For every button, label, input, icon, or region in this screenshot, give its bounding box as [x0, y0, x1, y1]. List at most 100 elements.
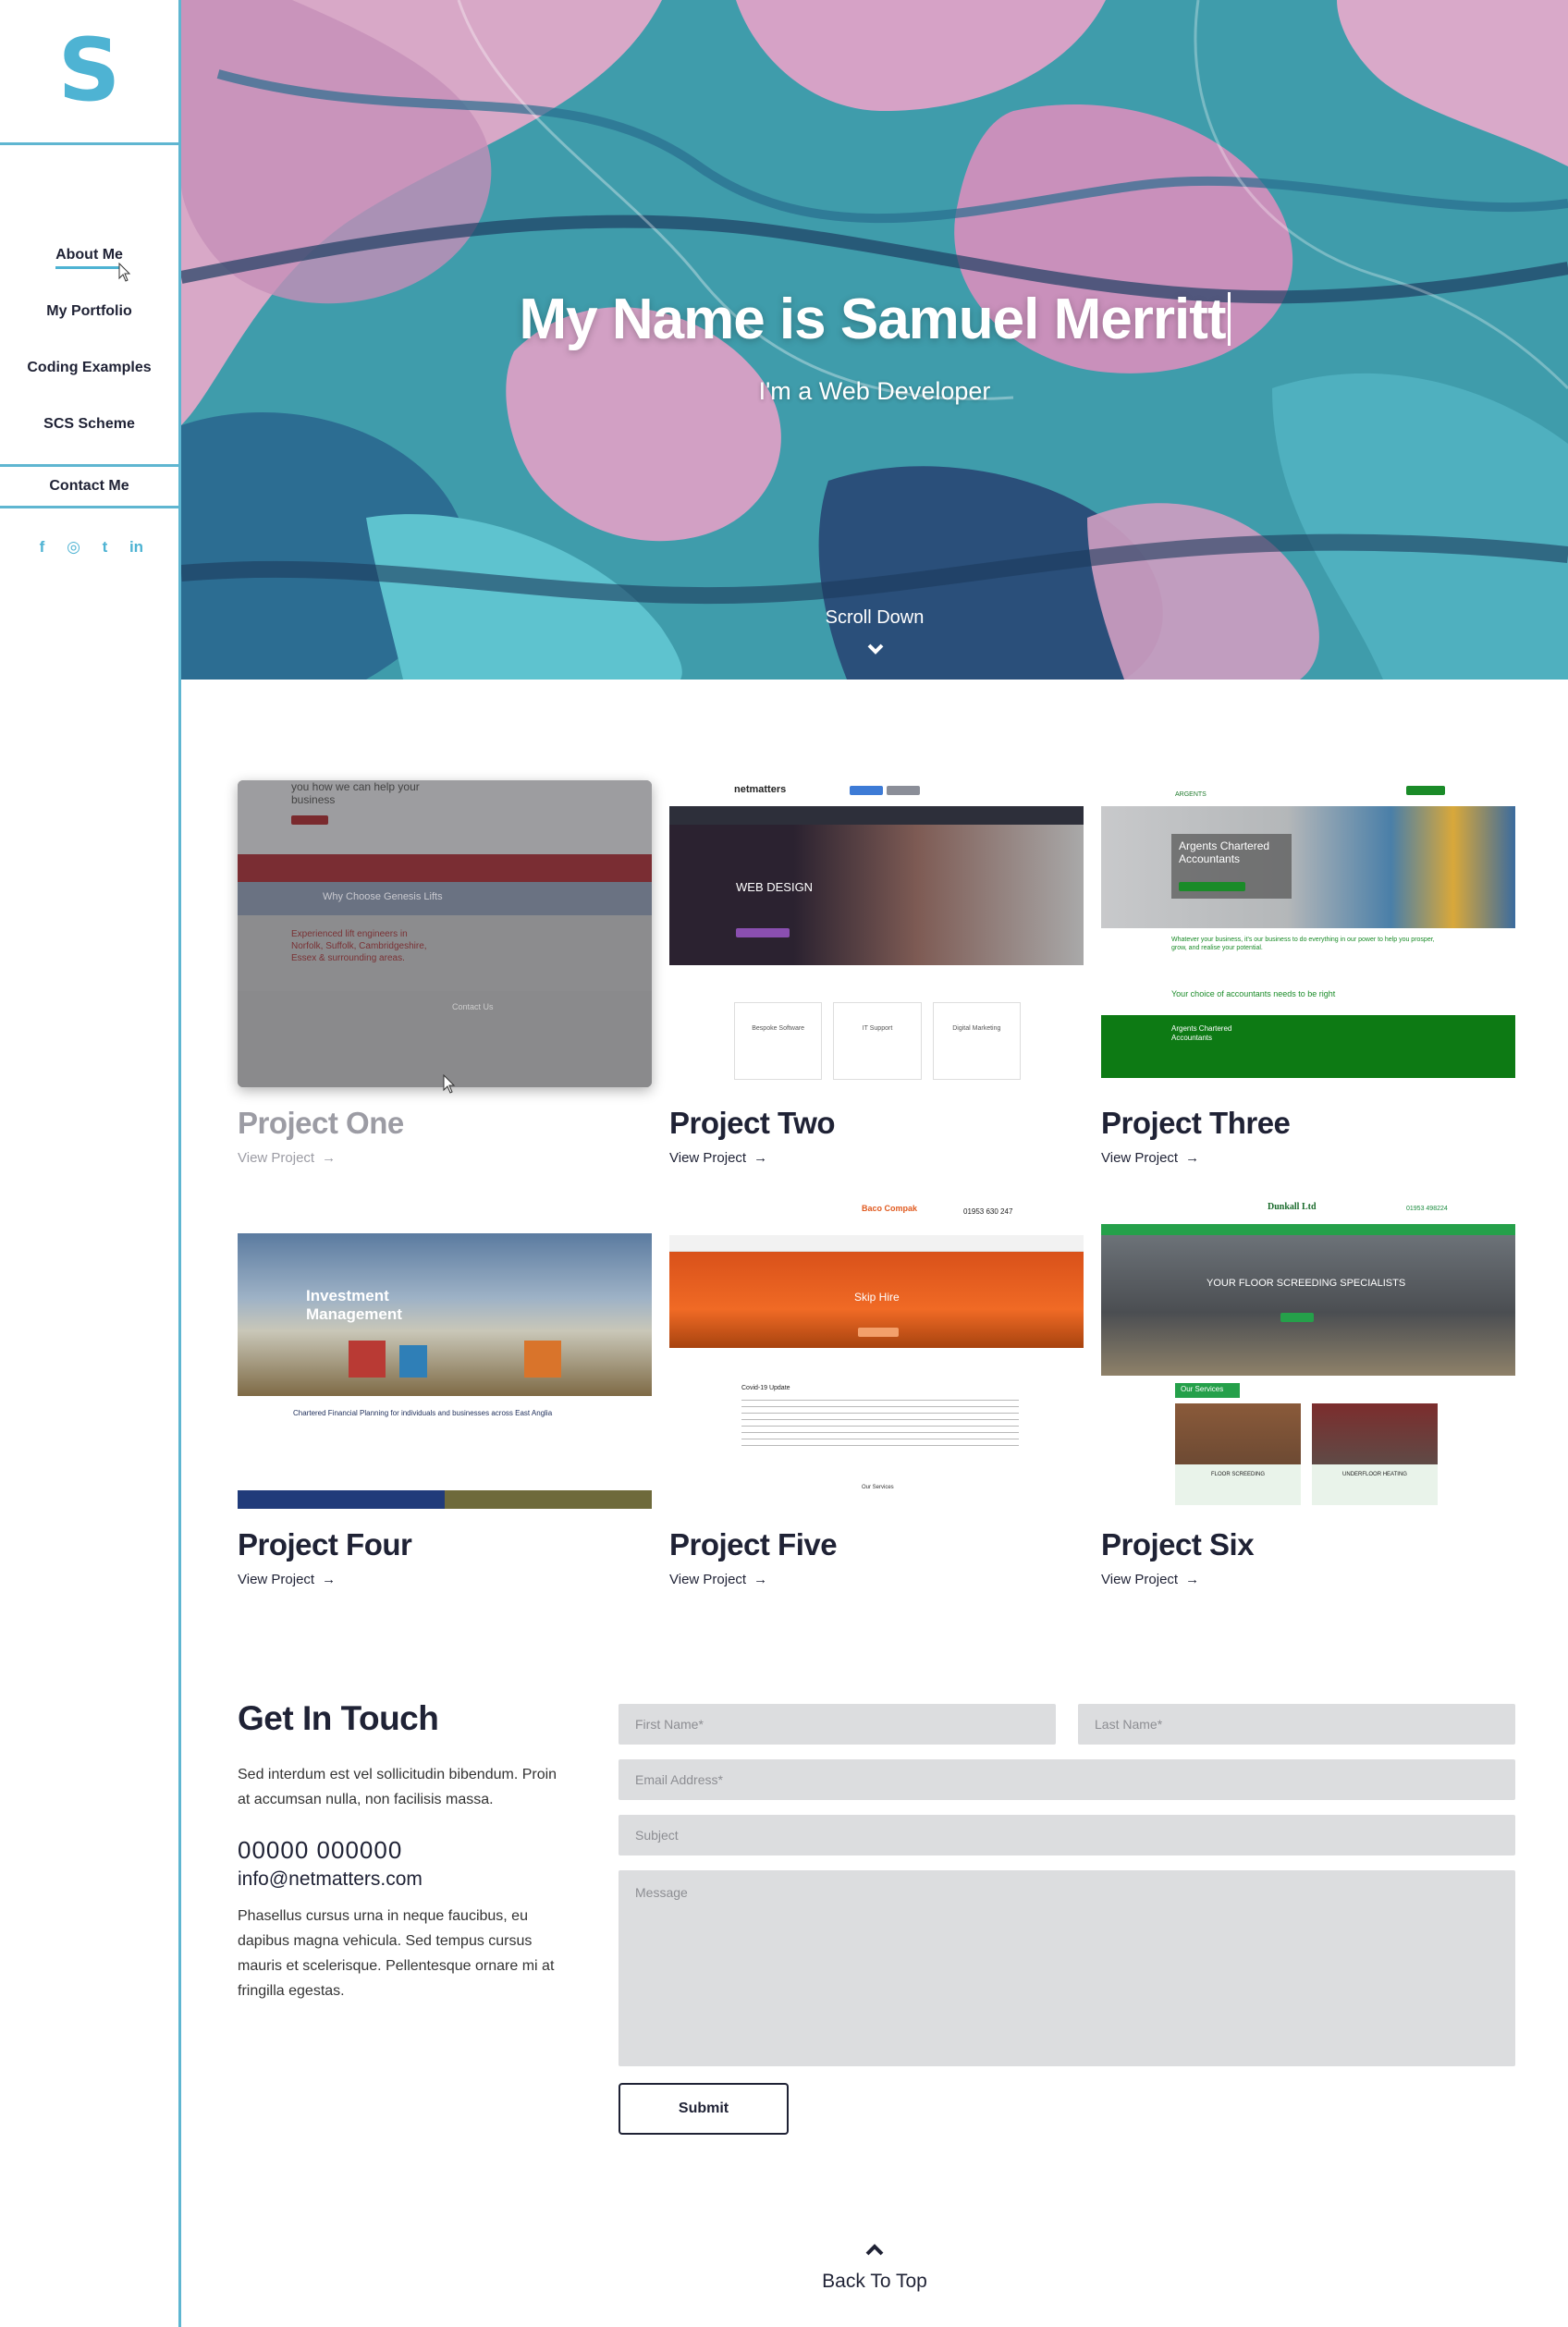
contact-phone[interactable]: 00000 000000: [238, 1836, 570, 1865]
chevron-down-icon[interactable]: [867, 641, 884, 657]
project-card-1[interactable]: you how we can help your business Why Ch…: [238, 780, 652, 1167]
twitter-icon[interactable]: t: [97, 538, 114, 557]
hero: My Name is Samuel Merritt I'm a Web Deve…: [181, 0, 1568, 680]
thumb5-section: Covid-19 Update: [741, 1385, 790, 1391]
logo-letter: S: [57, 20, 121, 121]
nav-contact-me[interactable]: Contact Me: [0, 464, 178, 508]
view-project-label: View Project: [1101, 1150, 1179, 1166]
nav-scs-scheme[interactable]: SCS Scheme: [0, 410, 178, 467]
project-thumbnail-3[interactable]: ARGENTS Argents Chartered Accountants Wh…: [1101, 780, 1515, 1087]
arrow-right-icon: →: [753, 1572, 768, 1587]
nav-my-portfolio[interactable]: My Portfolio: [0, 298, 178, 354]
view-project-label: View Project: [669, 1572, 747, 1587]
subject-field[interactable]: Subject: [619, 1815, 1515, 1855]
scroll-down-link[interactable]: Scroll Down: [181, 607, 1568, 629]
thumb5-footer: Our Services: [862, 1485, 894, 1490]
back-to-top-label[interactable]: Back To Top: [181, 2271, 1568, 2293]
thumb6-tile: UNDERFLOOR HEATING: [1342, 1472, 1407, 1477]
nav-about-me-label: About Me: [55, 247, 123, 269]
thumb1-banner: Why Choose Genesis Lifts: [323, 891, 443, 902]
contact-email[interactable]: info@netmatters.com: [238, 1868, 570, 1891]
thumb2-headline: WEB DESIGN: [736, 880, 814, 894]
mouse-cursor-icon: [118, 263, 131, 282]
project-card-6[interactable]: Dunkall Ltd 01953 498224 YOUR FLOOR SCRE…: [1101, 1202, 1515, 1588]
arrow-right-icon: →: [322, 1572, 337, 1587]
thumb3-brand: ARGENTS: [1175, 791, 1207, 798]
typing-caret: [1227, 292, 1231, 346]
contact-outro: Phasellus cursus urna in neque faucibus,…: [238, 1908, 555, 1999]
view-project-link[interactable]: View Project →: [1101, 1572, 1199, 1587]
thumb6-brand: Dunkall Ltd: [1268, 1202, 1317, 1212]
nav-scs-scheme-label: SCS Scheme: [43, 416, 135, 432]
thumb6-headline: YOUR FLOOR SCREEDING SPECIALISTS: [1207, 1278, 1406, 1289]
nav-coding-examples[interactable]: Coding Examples: [0, 354, 178, 410]
thumb2-tile: Bespoke Software: [734, 1002, 823, 1080]
thumb1-body: Experienced lift engineers in Norfolk, S…: [291, 929, 427, 963]
view-project-label: View Project: [238, 1150, 315, 1166]
thumb4-caption: Chartered Financial Planning for individ…: [293, 1409, 553, 1417]
view-project-label: View Project: [238, 1572, 315, 1587]
view-project-label: View Project: [669, 1150, 747, 1166]
project-title[interactable]: Project Three: [1101, 1106, 1515, 1141]
linkedin-icon[interactable]: in: [129, 538, 145, 557]
thumb3-headline: Argents Chartered Accountants: [1179, 839, 1270, 865]
view-project-label: View Project: [1101, 1572, 1179, 1587]
project-thumbnail-6[interactable]: Dunkall Ltd 01953 498224 YOUR FLOOR SCRE…: [1101, 1202, 1515, 1509]
submit-button[interactable]: Submit: [619, 2083, 789, 2135]
project-title[interactable]: Project Four: [238, 1527, 652, 1562]
hero-subtitle: I'm a Web Developer: [758, 377, 991, 405]
arrow-right-icon: →: [753, 1150, 768, 1166]
project-title[interactable]: Project Six: [1101, 1527, 1515, 1562]
main-nav: About Me My Portfolio Coding Examples SC…: [0, 241, 178, 467]
project-card-3[interactable]: ARGENTS Argents Chartered Accountants Wh…: [1101, 780, 1515, 1167]
social-links: f ◎ t in: [0, 538, 178, 557]
project-card-4[interactable]: Investment Management Chartered Financia…: [238, 1202, 652, 1588]
thumb5-phone: 01953 630 247: [963, 1207, 1013, 1216]
project-card-5[interactable]: Baco Compak 01953 630 247 Skip Hire Covi…: [669, 1202, 1084, 1588]
site-logo[interactable]: S: [0, 0, 178, 145]
view-project-link[interactable]: View Project →: [1101, 1150, 1199, 1166]
chevron-up-icon[interactable]: [864, 2243, 885, 2258]
instagram-icon[interactable]: ◎: [66, 538, 82, 557]
view-project-link[interactable]: View Project →: [669, 1150, 767, 1166]
view-project-link[interactable]: View Project →: [238, 1572, 336, 1587]
thumb5-brand: Baco Compak: [862, 1204, 918, 1213]
project-thumbnail-1[interactable]: you how we can help your business Why Ch…: [238, 780, 652, 1087]
project-title[interactable]: Project Five: [669, 1527, 1084, 1562]
hero-title-text: My Name is Samuel Merritt: [519, 288, 1226, 351]
contact-info: Get In Touch Sed interdum est vel sollic…: [238, 1699, 570, 2003]
thumb5-headline: Skip Hire: [854, 1291, 900, 1304]
thumb6-tile: FLOOR SCREEDING: [1210, 1472, 1265, 1477]
contact-heading: Get In Touch: [238, 1699, 439, 1737]
email-field[interactable]: Email Address*: [619, 1759, 1515, 1800]
project-thumbnail-4[interactable]: Investment Management Chartered Financia…: [238, 1202, 652, 1509]
thumb2-brand: netmatters: [734, 784, 787, 795]
project-thumbnail-5[interactable]: Baco Compak 01953 630 247 Skip Hire Covi…: [669, 1202, 1084, 1509]
view-project-link[interactable]: View Project →: [669, 1572, 767, 1587]
view-project-link[interactable]: View Project →: [238, 1150, 336, 1166]
thumb4-headline: Investment Management: [306, 1287, 402, 1323]
nav-about-me[interactable]: About Me: [0, 241, 178, 298]
message-field[interactable]: Message: [619, 1870, 1515, 2066]
thumb2-tile: IT Support: [833, 1002, 922, 1080]
project-title[interactable]: Project Two: [669, 1106, 1084, 1141]
facebook-icon[interactable]: f: [34, 538, 51, 557]
project-thumbnail-2[interactable]: netmatters WEB DESIGN Bespoke Software I…: [669, 780, 1084, 1087]
thumb1-contact: Contact Us: [452, 1002, 494, 1011]
thumb2-tile: Digital Marketing: [932, 1002, 1021, 1080]
project-card-2[interactable]: netmatters WEB DESIGN Bespoke Software I…: [669, 780, 1084, 1167]
arrow-right-icon: →: [1185, 1572, 1200, 1587]
thumb6-badge: Our Services: [1181, 1385, 1224, 1393]
first-name-field[interactable]: First Name*: [619, 1704, 1056, 1745]
last-name-field[interactable]: Last Name*: [1078, 1704, 1515, 1745]
mouse-cursor-icon: [443, 1074, 456, 1094]
thumb3-tagline: Whatever your business, it's our busines…: [1171, 937, 1435, 951]
thumb6-phone: 01953 498224: [1406, 1206, 1448, 1212]
back-to-top[interactable]: Back To Top: [181, 2243, 1568, 2293]
arrow-right-icon: →: [1185, 1150, 1200, 1166]
project-title[interactable]: Project One: [238, 1106, 652, 1141]
hero-title: My Name is Samuel Merritt: [181, 287, 1568, 352]
thumb2-tiles: Bespoke Software IT Support Digital Mark…: [734, 1002, 1021, 1080]
thumb3-footer: Argents Chartered Accountants: [1171, 1024, 1232, 1042]
contact-intro: Sed interdum est vel sollicitudin bibend…: [238, 1767, 557, 1807]
